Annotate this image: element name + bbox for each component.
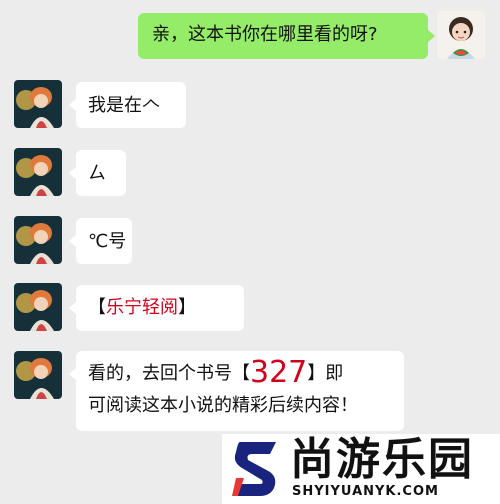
avatar-anime-character-icon: [14, 283, 62, 331]
watermark-banner: 尚游乐园 SHYIYUANYK.COM: [222, 434, 500, 504]
message-bubble-received[interactable]: 【乐宁轻阅】: [69, 285, 244, 331]
message-bubble-received[interactable]: ㄙ: [69, 150, 126, 196]
message-text: 亲，这本书你在哪里看的呀?: [152, 24, 378, 45]
message-line-2: 可阅读这本小说的精彩后续内容！: [88, 395, 358, 416]
avatar-anime-character-icon: [14, 80, 62, 128]
user-avatar[interactable]: [437, 11, 485, 59]
contact-avatar[interactable]: [14, 283, 62, 331]
brand-name: 尚游乐园: [290, 434, 474, 485]
message-text: 看的，去回个书号【: [88, 363, 250, 384]
contact-avatar[interactable]: [14, 148, 62, 196]
app-name-highlight: 乐宁轻阅: [106, 297, 178, 318]
message-text: ㄙ: [88, 163, 106, 184]
contact-avatar[interactable]: [14, 216, 62, 264]
message-line-1: 看的，去回个书号【327】即: [88, 357, 392, 390]
message-text: 我是在𠆢: [88, 95, 160, 116]
contact-avatar[interactable]: [14, 351, 62, 399]
message-bubble-received[interactable]: 看的，去回个书号【327】即 可阅读这本小说的精彩后续内容！: [69, 351, 404, 431]
message-bubble-received[interactable]: 我是在𠆢: [69, 82, 186, 128]
brand-domain: SHYIYUANYK.COM: [292, 484, 439, 499]
avatar-anime-character-icon: [14, 148, 62, 196]
message-bubble-received[interactable]: ℃号: [69, 218, 132, 264]
brand-logo-icon: [232, 442, 276, 496]
avatar-girl-icon: [437, 11, 485, 59]
avatar-anime-character-icon: [14, 216, 62, 264]
avatar-anime-character-icon: [14, 351, 62, 399]
bracket-open: 【: [88, 297, 106, 318]
book-code-number: 327: [250, 355, 308, 390]
message-bubble-sent[interactable]: 亲，这本书你在哪里看的呀?: [138, 13, 435, 59]
bracket-close: 】: [178, 297, 196, 318]
message-text: 】即: [307, 363, 344, 384]
contact-avatar[interactable]: [14, 80, 62, 128]
message-text: ℃号: [88, 231, 127, 252]
